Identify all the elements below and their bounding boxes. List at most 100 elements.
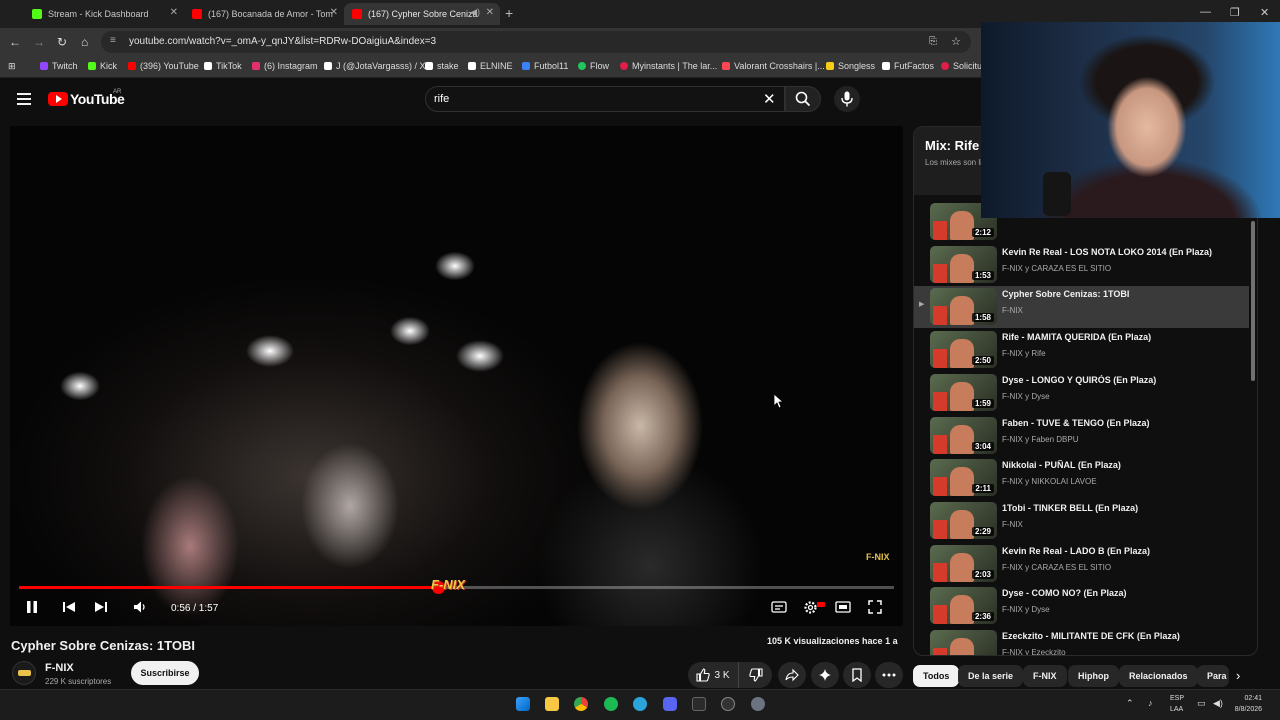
- theater-mode-button[interactable]: [835, 600, 851, 617]
- video-thumbnail[interactable]: 1:53: [930, 245, 997, 283]
- bookmark-instagram[interactable]: (6) Instagram: [252, 61, 318, 71]
- bookmark-valorant[interactable]: Valorant Crosshairs |...: [722, 61, 825, 71]
- playlist-item[interactable]: 2:03 Kevin Re Real - LADO B (En Plaza) F-N…: [914, 543, 1249, 585]
- clear-search-icon[interactable]: ✕: [763, 90, 776, 108]
- new-tab-button[interactable]: +: [505, 5, 513, 21]
- language-code[interactable]: ESP: [1170, 695, 1184, 702]
- file-explorer-icon[interactable]: [545, 697, 559, 711]
- chevron-right-icon[interactable]: ›: [1236, 668, 1240, 683]
- playlist-item-title[interactable]: Dyse - LONGO Y QUIRÓS (En Plaza): [1002, 375, 1242, 385]
- playlist-item-title[interactable]: Nikkolai - PUÑAL (En Plaza): [1002, 460, 1242, 470]
- playlist-scrollbar-thumb[interactable]: [1251, 221, 1255, 381]
- settings-button[interactable]: [803, 600, 818, 618]
- playlist-title[interactable]: Mix: Rife: [925, 138, 979, 153]
- playlist-item-title[interactable]: Rife - MAMITA QUERIDA (En Plaza): [1002, 332, 1242, 342]
- site-info-icon[interactable]: ≡: [110, 35, 116, 46]
- video-thumbnail[interactable]: 3:04: [930, 416, 997, 454]
- playlist-item-current[interactable]: ▶ 1:58 Cypher Sobre Cenizas: 1TOBI F-NIX: [914, 286, 1249, 329]
- speaker-icon[interactable]: ◀): [470, 7, 480, 18]
- playlist-item[interactable]: 2:29 1Tobi - TINKER BELL (En Plaza) F-NIX: [914, 500, 1249, 542]
- search-query[interactable]: rife: [434, 93, 449, 105]
- chip-todos[interactable]: Todos: [913, 665, 960, 687]
- subscribe-button[interactable]: Suscribirse: [131, 661, 199, 685]
- bookmark-stake[interactable]: stake: [425, 61, 459, 71]
- video-thumbnail[interactable]: 1:31: [930, 630, 997, 655]
- spotify-icon[interactable]: [604, 697, 618, 711]
- clock-time[interactable]: 02:41: [1222, 695, 1262, 702]
- video-thumbnail[interactable]: 2:36: [930, 587, 997, 625]
- playlist-item[interactable]: 1:59 Dyse - LONGO Y QUIRÓS (En Plaza) F-NI…: [914, 372, 1249, 414]
- chip-fnix[interactable]: F-NIX: [1023, 665, 1067, 687]
- forward-icon[interactable]: →: [33, 35, 45, 49]
- chevron-up-icon[interactable]: ⌃: [1126, 698, 1134, 709]
- next-button[interactable]: [94, 600, 108, 617]
- playlist-item[interactable]: 2:36 Dyse - COMO NO? (En Plaza) F-NIX y Dy…: [914, 585, 1249, 627]
- chip-relacionados[interactable]: Relacionados: [1119, 665, 1198, 687]
- keyboard-layout[interactable]: LAA: [1170, 706, 1183, 713]
- bookmark-futfactos[interactable]: FutFactos: [882, 61, 934, 71]
- bookmark-myinstants[interactable]: Myinstants | The lar...: [620, 61, 717, 71]
- ask-ai-button[interactable]: [811, 662, 839, 688]
- search-input[interactable]: [425, 86, 785, 112]
- bookmark-solicitud[interactable]: Solicitu: [941, 61, 982, 71]
- bookmark-futbol11[interactable]: Futbol11: [522, 61, 568, 71]
- minimize-icon[interactable]: —: [1200, 6, 1211, 18]
- bookmark-flow[interactable]: Flow: [578, 61, 609, 71]
- playlist-item[interactable]: 1:31 Ezeckzito - MILITANTE DE CFK (En Pla…: [914, 628, 1249, 655]
- video-thumbnail[interactable]: 1:58: [930, 288, 997, 326]
- url-text[interactable]: youtube.com/watch?v=_omA-y_qnJY&list=RDR…: [129, 36, 436, 47]
- bookmark-star-icon[interactable]: ☆: [951, 35, 961, 48]
- home-icon[interactable]: ⌂: [81, 35, 88, 49]
- playlist-item-title[interactable]: Cypher Sobre Cenizas: 1TOBI: [1002, 289, 1242, 299]
- share-button[interactable]: [778, 662, 806, 688]
- playlist-item[interactable]: 2:11 Nikkolai - PUÑAL (En Plaza) F-NIX y N…: [914, 457, 1249, 499]
- playlist-item-title[interactable]: Ezeckzito - MILITANTE DE CFK (En Plaza): [1002, 631, 1242, 641]
- obs-icon[interactable]: [721, 697, 735, 711]
- channel-name[interactable]: F-NIX: [45, 662, 74, 674]
- fullscreen-button[interactable]: [868, 600, 882, 617]
- subtitles-button[interactable]: [771, 600, 787, 617]
- close-icon[interactable]: ✕: [170, 7, 178, 18]
- view-count[interactable]: 105 K visualizaciones hace 1 a: [767, 636, 898, 646]
- playlist-item-title[interactable]: Dyse - COMO NO? (En Plaza): [1002, 588, 1242, 598]
- close-icon[interactable]: ✕: [486, 7, 494, 18]
- search-button[interactable]: [785, 86, 821, 112]
- chip-hiphop[interactable]: Hiphop: [1068, 665, 1119, 687]
- playlist-item-title[interactable]: Kevin Re Real - LOS NOTA LOKO 2014 (En P…: [1002, 247, 1242, 257]
- bookmark-kick[interactable]: Kick: [88, 61, 117, 71]
- video-thumbnail[interactable]: 2:03: [930, 544, 997, 582]
- bookmark-youtube[interactable]: (396) YouTube: [128, 61, 199, 71]
- install-app-icon[interactable]: ⎘: [929, 36, 937, 47]
- bookmark-songless[interactable]: Songless: [826, 61, 875, 71]
- pause-button[interactable]: [26, 600, 38, 617]
- previous-button[interactable]: [62, 600, 76, 617]
- volume-button[interactable]: [133, 600, 147, 617]
- restore-icon[interactable]: ❐: [1230, 6, 1240, 19]
- video-thumbnail[interactable]: 2:11: [930, 459, 997, 497]
- bookmark-tiktok[interactable]: TikTok: [204, 61, 242, 71]
- reload-icon[interactable]: ↻: [57, 35, 67, 49]
- clock-date[interactable]: 8/8/2026: [1222, 706, 1262, 713]
- monitor-icon[interactable]: ▭: [1197, 698, 1206, 709]
- playlist-scrollbar[interactable]: [1251, 221, 1255, 651]
- discord-icon[interactable]: [663, 697, 677, 711]
- channel-avatar[interactable]: [12, 661, 36, 685]
- voice-search-button[interactable]: [834, 86, 860, 112]
- tab-kick-dashboard[interactable]: Stream - Kick Dashboard ✕: [24, 3, 184, 25]
- close-window-icon[interactable]: ✕: [1260, 6, 1269, 19]
- dislike-button[interactable]: [738, 662, 772, 688]
- playlist-item[interactable]: 3:04 Faben - TUVE & TENGO (En Plaza) F-NIX…: [914, 415, 1249, 457]
- settings-app-icon[interactable]: [751, 697, 765, 711]
- playlist-item[interactable]: 2:50 Rife - MAMITA QUERIDA (En Plaza) F-NI…: [914, 329, 1249, 371]
- mic-tray-icon[interactable]: ♪: [1148, 698, 1153, 708]
- playlist-item-title[interactable]: Faben - TUVE & TENGO (En Plaza): [1002, 418, 1242, 428]
- windows-start-icon[interactable]: [516, 697, 530, 711]
- chip-para[interactable]: Para: [1197, 665, 1229, 687]
- video-thumbnail[interactable]: 2:50: [930, 331, 997, 369]
- video-thumbnail[interactable]: 2:29: [930, 501, 997, 539]
- back-icon[interactable]: ←: [9, 35, 21, 49]
- save-button[interactable]: [843, 662, 871, 688]
- video-player[interactable]: F-NIX: [10, 126, 903, 626]
- playlist-item-title[interactable]: 1Tobi - TINKER BELL (En Plaza): [1002, 503, 1242, 513]
- chip-de-la-serie[interactable]: De la serie: [958, 665, 1024, 687]
